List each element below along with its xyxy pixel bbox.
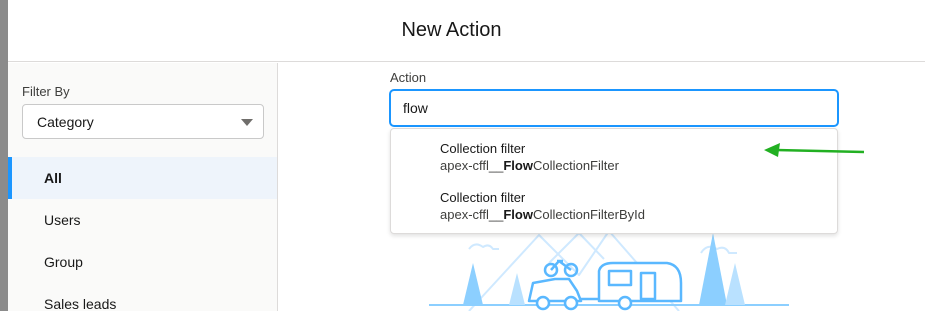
sidebar-item-label: All: [44, 170, 62, 186]
modal-title: New Action: [401, 19, 502, 41]
sidebar-item-all[interactable]: All: [8, 157, 277, 199]
window-left-edge: [0, 0, 8, 311]
main-panel: Action Collection filter apex-cffl__Flow…: [279, 63, 925, 311]
sidebar-item-users[interactable]: Users: [8, 199, 277, 241]
option-api-name: apex-cffl__FlowCollectionFilterById: [440, 206, 645, 223]
api-name-prefix: apex-cffl__: [440, 158, 504, 173]
sidebar-item-label: Group: [44, 254, 83, 270]
action-field-label: Action: [390, 70, 427, 85]
api-name-suffix: CollectionFilter: [532, 158, 619, 173]
filter-select-value: Category: [37, 113, 94, 130]
action-search-input[interactable]: [390, 90, 838, 126]
api-name-match: Flow: [503, 207, 533, 222]
option-api-name: apex-cffl__FlowCollectionFilter: [440, 157, 619, 174]
green-arrow-annotation: [764, 143, 865, 157]
sidebar-item-label: Users: [44, 212, 81, 228]
api-name-suffix: CollectionFilterById: [532, 207, 645, 222]
option-title: Collection filter: [440, 141, 526, 156]
dropdown-option-collection-filter-by-id[interactable]: Collection filter apex-cffl__FlowCollect…: [440, 189, 645, 223]
option-title: Collection filter: [440, 190, 526, 205]
category-nav-list: All Users Group Sales leads: [8, 157, 277, 311]
api-name-prefix: apex-cffl__: [440, 207, 504, 222]
modal-header: New Action: [8, 0, 925, 62]
sidebar: Filter By Category All Users Group Sales…: [8, 63, 278, 311]
caret-down-icon: [241, 119, 253, 126]
sidebar-item-label: Sales leads: [44, 296, 117, 311]
sidebar-item-sales-leads[interactable]: Sales leads: [8, 283, 277, 311]
filter-by-label: Filter By: [22, 84, 70, 99]
sidebar-item-group[interactable]: Group: [8, 241, 277, 283]
dropdown-option-collection-filter[interactable]: Collection filter apex-cffl__FlowCollect…: [440, 140, 619, 174]
api-name-match: Flow: [503, 158, 533, 173]
filter-category-select[interactable]: Category: [22, 104, 264, 139]
